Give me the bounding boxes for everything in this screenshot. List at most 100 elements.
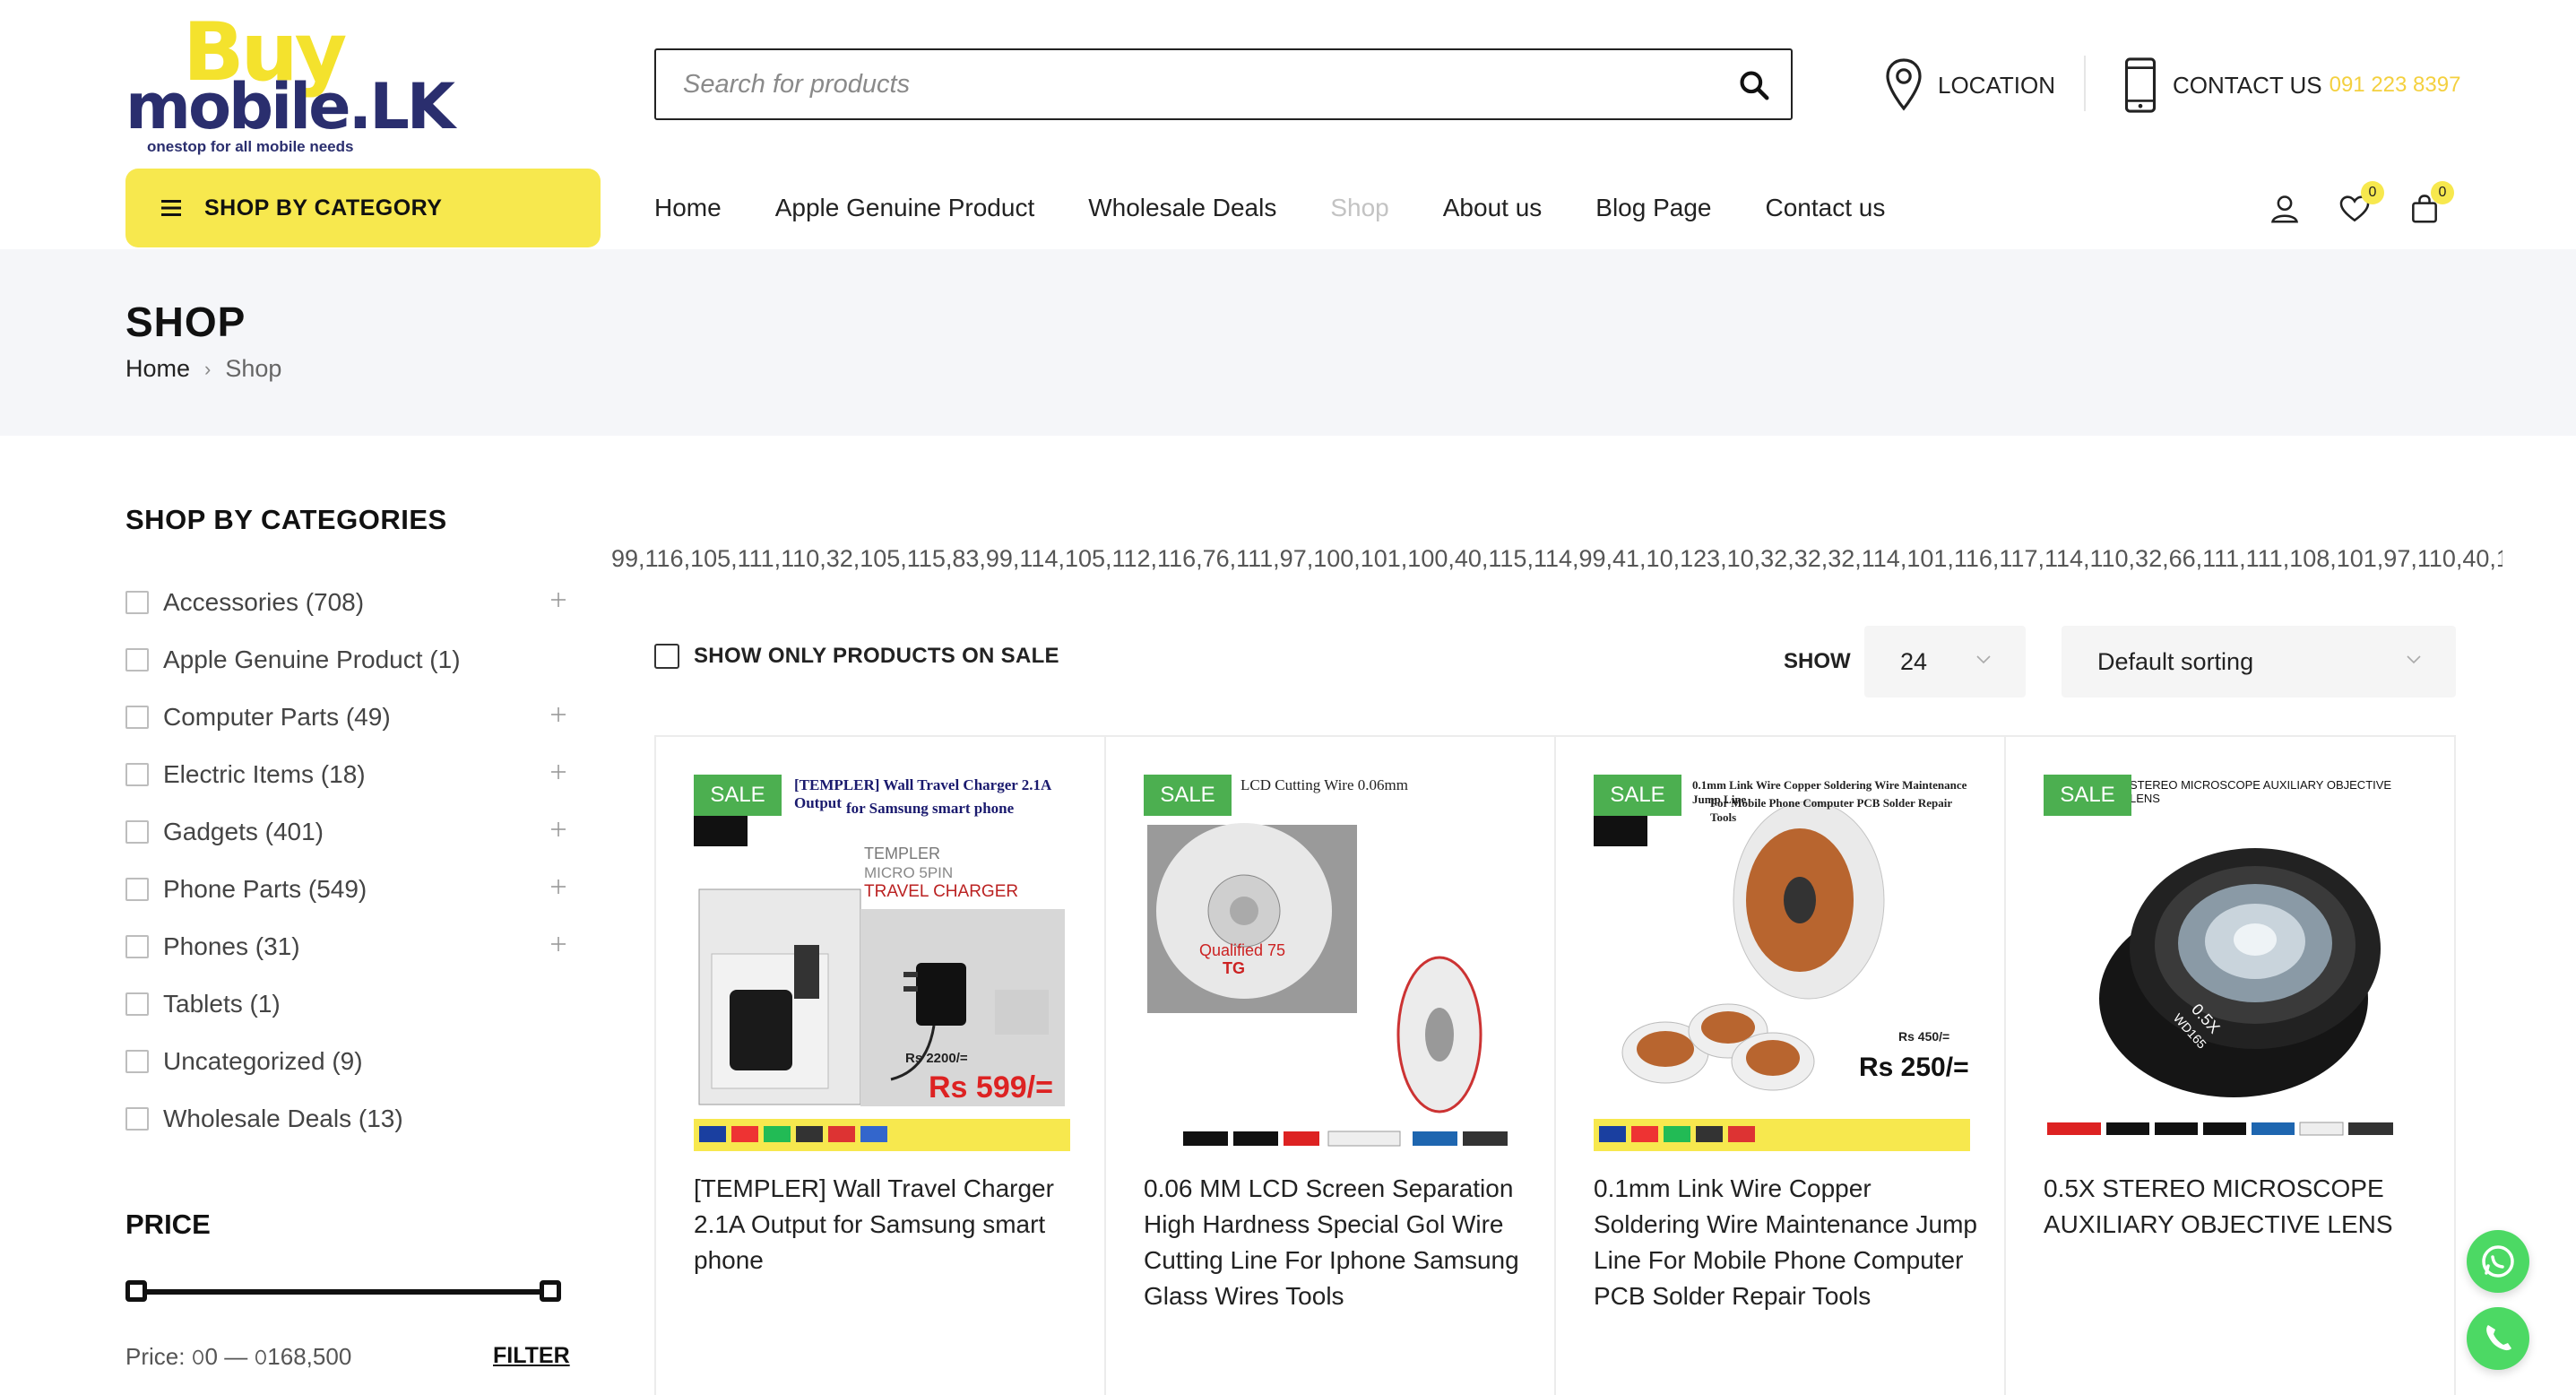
cart-button[interactable]: 0 [2407, 181, 2454, 226]
nav-blog-page[interactable]: Blog Page [1595, 194, 1711, 222]
sale-badge: SALE [1594, 775, 1681, 816]
price-min-handle[interactable] [125, 1280, 147, 1302]
category-label: Wholesale Deals (13) [163, 1105, 403, 1132]
product-card[interactable]: LCD Cutting Wire 0.06mm Qualified 75 TG … [1106, 737, 1556, 1395]
image-sale-price: Rs 599/= [929, 1070, 1053, 1105]
chevron-down-icon [1976, 655, 1991, 664]
image-old-price: Rs 450/= [1898, 1029, 1950, 1044]
price-slider-track [133, 1289, 554, 1295]
category-filter-item[interactable]: Tablets (1) [125, 975, 568, 1033]
sorting-select[interactable]: Default sorting [2062, 626, 2456, 698]
category-checkbox[interactable] [125, 591, 149, 614]
search-bar [654, 48, 1793, 120]
search-input[interactable] [683, 66, 1669, 102]
site-logo[interactable]: Buy mobile.LK onestop for all mobile nee… [125, 13, 455, 156]
product-image[interactable]: 0.1mm Link Wire Copper Soldering Wire Ma… [1594, 775, 1970, 1151]
product-title[interactable]: 0.06 MM LCD Screen Separation High Hardn… [1144, 1171, 1529, 1314]
category-checkbox[interactable] [125, 935, 149, 958]
call-button[interactable] [2467, 1307, 2529, 1370]
price-filter-button[interactable]: FILTER [493, 1343, 570, 1369]
category-checkbox[interactable] [125, 820, 149, 844]
wishlist-button[interactable]: 0 [2338, 181, 2384, 226]
category-label: Electric Items (18) [163, 760, 366, 788]
category-filter-item[interactable]: Accessories (708) [125, 574, 568, 631]
expand-plus-icon[interactable] [549, 934, 568, 954]
expand-plus-icon[interactable] [549, 762, 568, 782]
category-checkbox[interactable] [125, 763, 149, 786]
product-title[interactable]: [TEMPLER] Wall Travel Charger 2.1A Outpu… [694, 1171, 1079, 1278]
category-checkbox[interactable] [125, 1050, 149, 1073]
category-label: Uncategorized (9) [163, 1047, 363, 1075]
expand-plus-icon[interactable] [549, 705, 568, 724]
location-link[interactable]: LOCATION [1882, 54, 2055, 117]
header-divider [2084, 56, 2086, 111]
shop-by-category-button[interactable]: SHOP BY CATEGORY [125, 169, 601, 247]
account-icon[interactable] [2268, 192, 2302, 226]
category-checkbox[interactable] [125, 648, 149, 672]
product-card[interactable]: 0.1mm Link Wire Copper Soldering Wire Ma… [1556, 737, 2006, 1395]
category-filter-item[interactable]: Gadgets (401) [125, 803, 568, 861]
header-actions: 0 0 [2268, 181, 2501, 231]
expand-plus-icon[interactable] [549, 877, 568, 897]
nav-contact-us[interactable]: Contact us [1766, 194, 1886, 222]
contact-link[interactable]: CONTACT US 091 223 8397 [2122, 54, 2460, 117]
category-label: Apple Genuine Product (1) [163, 646, 461, 673]
category-label: Accessories (708) [163, 588, 365, 616]
product-title[interactable]: 0.1mm Link Wire Copper Soldering Wire Ma… [1594, 1171, 1979, 1314]
sorting-value: Default sorting [2097, 647, 2254, 675]
location-label: LOCATION [1938, 71, 2055, 99]
category-checkbox[interactable] [125, 1107, 149, 1131]
product-image[interactable]: STEREO MICROSCOPE AUXILIARY OBJECTIVE LE… [2044, 775, 2420, 1151]
nav-apple-genuine-product[interactable]: Apple Genuine Product [775, 194, 1035, 222]
expand-plus-icon[interactable] [549, 590, 568, 610]
logo-main-text: mobile.LK [125, 70, 455, 143]
image-code-text: TG [1223, 959, 1245, 977]
product-card[interactable]: STEREO MICROSCOPE AUXILIARY OBJECTIVE LE… [2006, 737, 2456, 1395]
whatsapp-icon [2482, 1245, 2514, 1278]
nav-home[interactable]: Home [654, 194, 722, 222]
product-title[interactable]: 0.5X STEREO MICROSCOPE AUXILIARY OBJECTI… [2044, 1171, 2429, 1243]
image-subheader-text: for Samsung smart phone [846, 800, 1015, 817]
category-filter-item[interactable]: Phones (31) [125, 918, 568, 975]
breadcrumb-current: Shop [225, 355, 282, 382]
site-header: Buy mobile.LK onestop for all mobile nee… [0, 0, 2576, 249]
image-old-price: Rs 2200/= [905, 1051, 968, 1066]
nav-about-us[interactable]: About us [1443, 194, 1543, 222]
category-filter-item[interactable]: Electric Items (18) [125, 746, 568, 803]
nav-wholesale-deals[interactable]: Wholesale Deals [1088, 194, 1276, 222]
sale-badge: SALE [2044, 775, 2131, 816]
stray-code-text: 99,116,105,111,110,32,105,115,83,99,114,… [611, 545, 2503, 572]
cart-count-badge: 0 [2431, 181, 2454, 204]
category-filter-item[interactable]: Apple Genuine Product (1) [125, 631, 568, 689]
breadcrumb-separator: › [204, 357, 212, 380]
category-label: Phone Parts (549) [163, 875, 367, 903]
product-image[interactable]: [TEMPLER] Wall Travel Charger 2.1A Outpu… [694, 775, 1070, 1151]
breadcrumb-home[interactable]: Home [125, 355, 190, 383]
image-header-text: STEREO MICROSCOPE AUXILIARY OBJECTIVE LE… [2130, 778, 2392, 805]
whatsapp-button[interactable] [2467, 1230, 2529, 1293]
show-label: SHOW [1784, 649, 1851, 673]
product-card[interactable]: [TEMPLER] Wall Travel Charger 2.1A Outpu… [656, 737, 1106, 1395]
show-on-sale-toggle[interactable]: SHOW ONLY PRODUCTS ON SALE [654, 644, 1059, 669]
cutting-wire-product-photo [1144, 775, 1520, 1151]
per-page-select[interactable]: 24 [1864, 626, 2026, 698]
category-filter-item[interactable]: Wholesale Deals (13) [125, 1090, 568, 1148]
copper-wire-product-photo [1594, 775, 1970, 1151]
search-icon[interactable] [1737, 68, 1771, 102]
category-checkbox[interactable] [125, 992, 149, 1016]
category-filter-item[interactable]: Computer Parts (49) [125, 689, 568, 746]
category-filter-item[interactable]: Phone Parts (549) [125, 861, 568, 918]
category-checkbox[interactable] [125, 706, 149, 729]
category-checkbox[interactable] [125, 878, 149, 901]
product-image[interactable]: LCD Cutting Wire 0.06mm Qualified 75 TG [1144, 775, 1520, 1151]
category-label: Phones (31) [163, 932, 300, 960]
category-label: Gadgets (401) [163, 818, 324, 845]
image-label-text: Qualified 75 [1199, 941, 1286, 959]
location-pin-icon [1886, 58, 1922, 111]
price-max-handle[interactable] [540, 1280, 561, 1302]
on-sale-checkbox[interactable] [654, 644, 679, 669]
price-range-slider[interactable] [125, 1278, 561, 1304]
expand-plus-icon[interactable] [549, 819, 568, 839]
category-filter-item[interactable]: Uncategorized (9) [125, 1033, 568, 1090]
nav-shop[interactable]: Shop [1330, 194, 1388, 222]
